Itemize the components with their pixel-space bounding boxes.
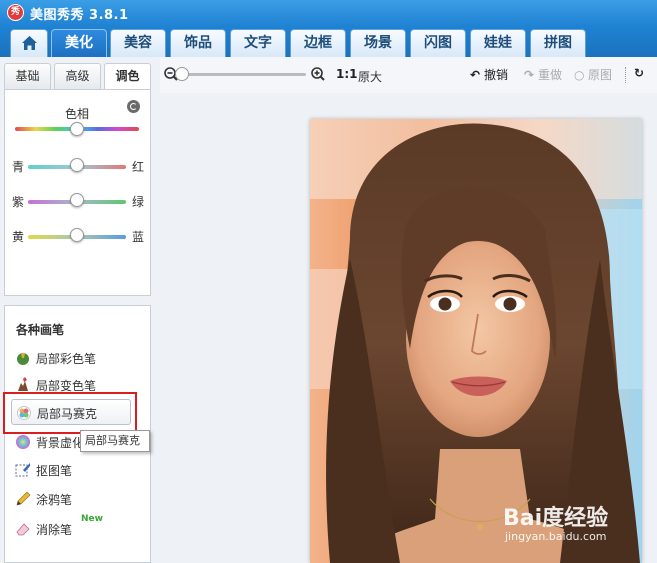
zoom-slider-thumb[interactable] bbox=[175, 67, 189, 81]
original-size-label[interactable]: 原大 bbox=[358, 68, 382, 85]
brush-label: 消除笔 bbox=[36, 523, 73, 537]
home-tab[interactable] bbox=[10, 29, 48, 57]
watermark-url: jingyan.baidu.com bbox=[505, 530, 607, 543]
window-title: 美图秀秀 3.8.1 bbox=[30, 8, 129, 23]
eraser-icon bbox=[16, 523, 30, 536]
zoom-in-icon[interactable] bbox=[311, 67, 325, 81]
slider-label-green: 绿 bbox=[132, 195, 145, 209]
slider-label-yellow: 黄 bbox=[12, 230, 25, 244]
rotate-button[interactable]: ↻ bbox=[634, 66, 648, 80]
tooltip: 局部马赛克 bbox=[80, 430, 150, 452]
brush-item-eraser-pen[interactable]: 消除笔 New bbox=[11, 514, 131, 542]
hue-slider-thumb[interactable] bbox=[70, 122, 84, 136]
color-adjust-panel: 色相 青 红 紫 绿 黄 蓝 bbox=[4, 89, 151, 296]
undo-label: 撤销 bbox=[484, 68, 509, 82]
original-image-button[interactable]: ○ 原图 bbox=[574, 66, 612, 83]
brush-label: 抠图笔 bbox=[36, 464, 73, 478]
tab-flash[interactable]: 闪图 bbox=[410, 29, 466, 57]
tab-frame[interactable]: 边框 bbox=[290, 29, 346, 57]
original-image-label: 原图 bbox=[588, 68, 613, 82]
redo-button[interactable]: ↷ 重做 bbox=[524, 66, 562, 83]
zoom-slider-track[interactable] bbox=[184, 73, 306, 76]
redo-label: 重做 bbox=[538, 68, 563, 82]
brush-label: 局部彩色笔 bbox=[36, 352, 97, 366]
undo-button[interactable]: ↶ 撤销 bbox=[470, 66, 508, 83]
toolbar-separator bbox=[625, 67, 626, 83]
cutout-pen-icon bbox=[15, 463, 30, 477]
tab-beautify[interactable]: 美化 bbox=[51, 29, 107, 57]
tab-accessories[interactable]: 饰品 bbox=[170, 29, 226, 57]
title-bar: 秀 美图秀秀 3.8.1 bbox=[0, 0, 657, 26]
canvas-toolbar: 1:1 原大 ↶ 撤销 ↷ 重做 ○ 原图 ↻ bbox=[160, 57, 657, 93]
subtab-color-tone[interactable]: 调色 bbox=[104, 63, 151, 90]
slider-label-cyan: 青 bbox=[12, 160, 25, 174]
tab-collage[interactable]: 拼图 bbox=[530, 29, 586, 57]
color-brush-icon bbox=[17, 353, 29, 365]
brush-item-local-color[interactable]: 局部彩色笔 bbox=[11, 345, 131, 371]
slider-label-purple: 紫 bbox=[12, 195, 25, 209]
slider-label-blue: 蓝 bbox=[132, 230, 145, 244]
yellow-blue-slider-thumb[interactable] bbox=[70, 228, 84, 242]
brush-panel-title: 各种画笔 bbox=[16, 323, 65, 337]
tab-doll[interactable]: 娃娃 bbox=[470, 29, 526, 57]
blur-icon bbox=[16, 435, 30, 449]
edited-photo[interactable] bbox=[310, 119, 642, 563]
brush-label: 涂鸦笔 bbox=[36, 493, 73, 507]
home-icon bbox=[22, 36, 37, 50]
tab-text[interactable]: 文字 bbox=[230, 29, 286, 57]
tab-beauty[interactable]: 美容 bbox=[110, 29, 166, 57]
app-logo-icon: 秀 bbox=[7, 4, 24, 21]
portrait-image bbox=[310, 119, 642, 563]
hand-brush-icon bbox=[18, 377, 28, 391]
subtab-basic[interactable]: 基础 bbox=[4, 63, 51, 89]
brush-item-doodle-pen[interactable]: 涂鸦笔 bbox=[11, 486, 131, 512]
pencil-icon bbox=[16, 491, 31, 506]
left-panel: 基础 高级 调色 色相 青 红 紫 绿 黄 蓝 各种画笔 局部彩色笔 局部变色笔… bbox=[0, 57, 160, 563]
tab-scene[interactable]: 场景 bbox=[350, 29, 406, 57]
reset-icon[interactable] bbox=[127, 100, 140, 113]
cyan-red-slider-thumb[interactable] bbox=[70, 158, 84, 172]
baidu-watermark: Bai度经验 jingyan.baidu.com bbox=[503, 500, 653, 546]
canvas-area bbox=[160, 93, 657, 563]
undo-icon: ↶ bbox=[470, 68, 481, 82]
watermark-brand: Bai度经验 bbox=[503, 506, 609, 531]
subtab-advanced[interactable]: 高级 bbox=[54, 63, 101, 89]
brush-item-cutout-pen[interactable]: 抠图笔 bbox=[11, 457, 131, 483]
rotate-icon: ↻ bbox=[634, 66, 645, 80]
main-tab-bar: 美化 美容 饰品 文字 边框 场景 闪图 娃娃 拼图 bbox=[0, 26, 657, 57]
redo-icon: ↷ bbox=[524, 68, 535, 82]
purple-green-slider-thumb[interactable] bbox=[70, 193, 84, 207]
slider-label-red: 红 bbox=[132, 160, 145, 174]
actual-size-button[interactable]: 1:1 bbox=[336, 67, 358, 81]
original-image-icon: ○ bbox=[574, 68, 585, 82]
hue-label: 色相 bbox=[65, 107, 90, 121]
highlight-box bbox=[3, 392, 137, 434]
sub-tab-bar: 基础 高级 调色 bbox=[4, 63, 151, 90]
brush-label: 背景虚化 bbox=[36, 436, 85, 450]
new-badge: New bbox=[81, 514, 103, 524]
